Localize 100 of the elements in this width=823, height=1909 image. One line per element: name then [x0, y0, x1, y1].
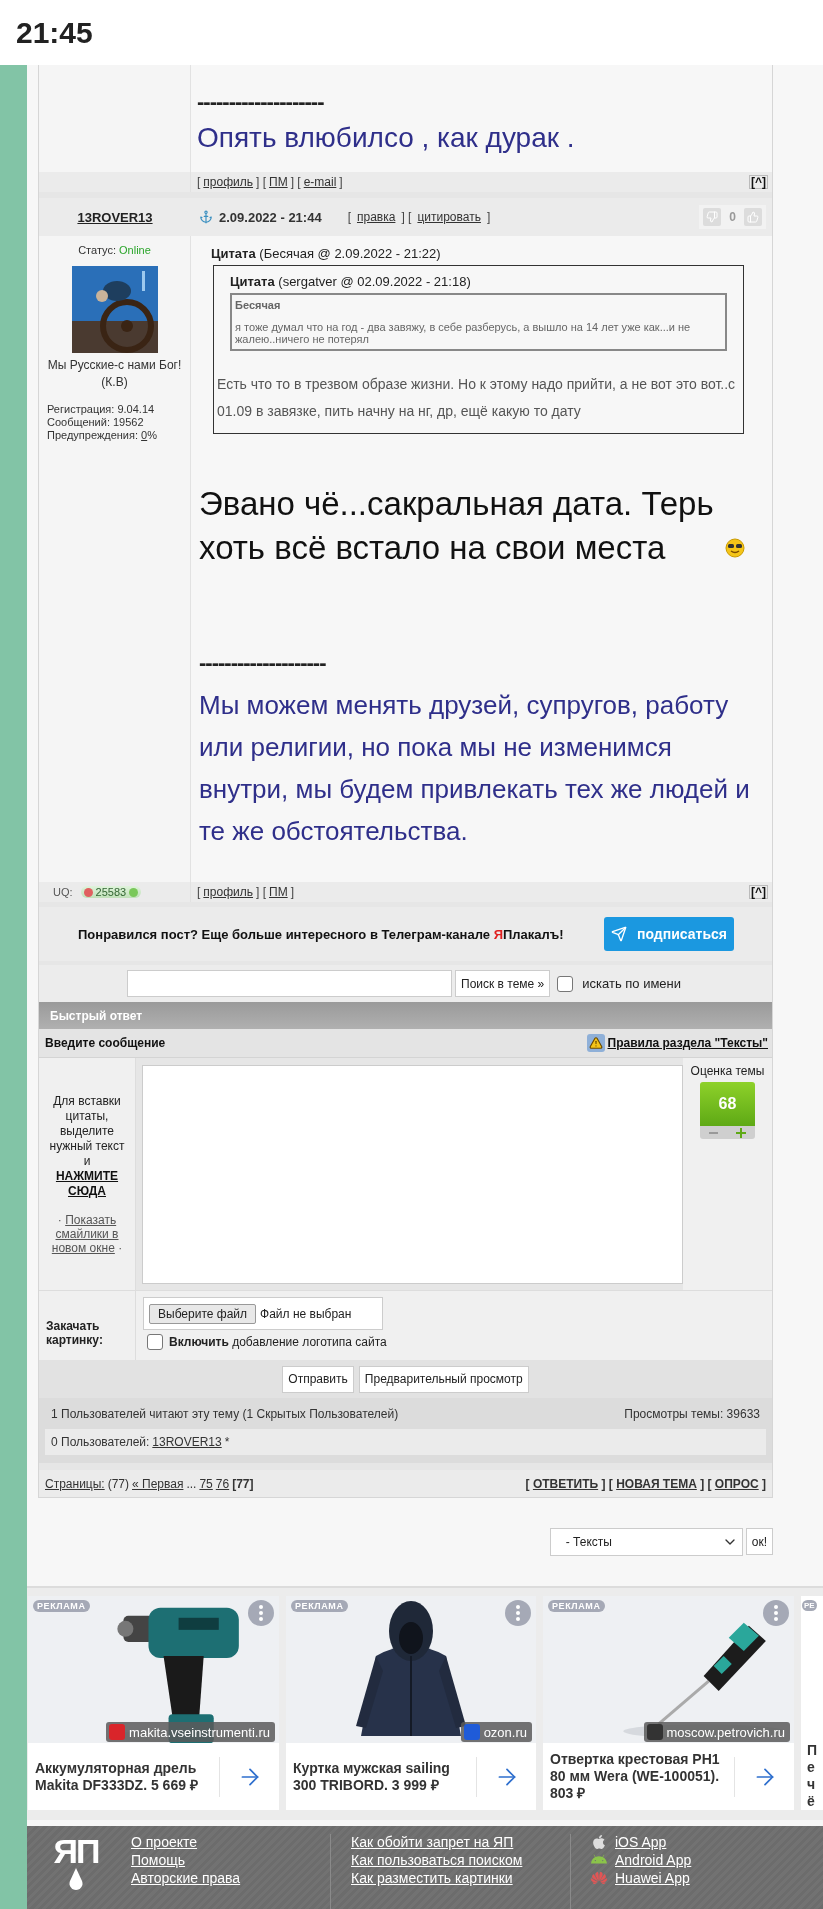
quote-link[interactable]: НАЖМИТЕ СЮДА — [43, 1168, 131, 1199]
site-logo-icon — [109, 1724, 126, 1740]
footer-link[interactable]: Как обойти запрет на ЯП — [351, 1834, 570, 1850]
ad-domain[interactable]: ozon.ru — [460, 1722, 532, 1742]
author-name[interactable]: 13ROVER13 — [39, 209, 191, 225]
post-rating: 0 — [729, 210, 736, 224]
ad-domain[interactable]: makita.vseinstrumenti.ru — [106, 1722, 275, 1742]
forum-select[interactable]: - Тексты — [549, 1528, 743, 1556]
topic-action-link[interactable]: НОВАЯ ТЕМА — [616, 1476, 697, 1491]
footer-link[interactable]: О проекте — [131, 1834, 330, 1850]
footer-link[interactable]: Android App — [591, 1852, 741, 1868]
link-separator: ] — [761, 1476, 766, 1491]
post-link[interactable]: ПМ — [269, 885, 288, 899]
ok-button[interactable]: ок! — [745, 1528, 773, 1555]
post-action-link[interactable]: правка — [357, 210, 396, 224]
send-button[interactable]: Отправить — [282, 1365, 354, 1393]
file-field[interactable]: Выберите файл Файл не выбран — [143, 1297, 383, 1330]
link-separator: Регистрация: 9.04.14 — [47, 403, 155, 416]
site-logo[interactable]: ЯП — [53, 1834, 99, 1868]
search-field[interactable] — [127, 970, 452, 997]
footer-link[interactable]: Авторские права — [131, 1870, 330, 1886]
post-link[interactable]: e-mail — [303, 175, 337, 189]
paper-plane-icon — [611, 926, 628, 942]
uq-badge: 25583 — [80, 886, 142, 898]
page-link[interactable]: 75 — [199, 1476, 213, 1491]
post-date: 2.09.2022 - 21:44 — [219, 209, 322, 225]
message-field[interactable] — [142, 1065, 683, 1284]
link-separator: [ — [347, 210, 351, 224]
quick-reply-header: Быстрый ответ — [39, 1002, 772, 1029]
ad-card[interactable]: РЕКЛАМА moscow.petrovich.ru Отвертка крестовая PH1 80 мм Wera (WE-100051). 803 ₽ — [543, 1596, 794, 1810]
thumbs-down-button[interactable] — [703, 208, 722, 226]
link-separator: Предупреждения: — [47, 429, 139, 442]
status-time: 21:45 — [16, 15, 93, 50]
search-button[interactable]: Поиск в теме » — [455, 970, 551, 997]
post-action-link[interactable]: цитировать — [417, 210, 481, 224]
choose-file-button[interactable]: Выберите файл — [149, 1303, 257, 1324]
footer-link[interactable]: Huawei App — [591, 1870, 741, 1886]
footer-link[interactable]: iOS App — [591, 1834, 741, 1850]
page-link[interactable]: 76 — [215, 1476, 230, 1491]
link-separator: (77) — [107, 1476, 129, 1491]
link-separator: % — [147, 429, 157, 442]
footer-link[interactable]: Помощь — [131, 1852, 330, 1868]
checkbox[interactable] — [147, 1334, 163, 1350]
topic-action-link[interactable]: ОТВЕТИТЬ — [532, 1476, 599, 1491]
link-separator: ] [ — [401, 210, 412, 224]
anchor-icon[interactable] — [199, 210, 213, 224]
link-separator: 0 Пользователей: — [51, 1435, 150, 1449]
plus-icon — [736, 1127, 747, 1138]
checkbox-label: Включить добавление логотипа сайта — [169, 1335, 387, 1349]
smilies-link[interactable]: · Показать смайлики в новом окне · — [43, 1212, 131, 1255]
link-separator: [ — [197, 885, 201, 899]
ad-card[interactable]: РЕКЛАМА makita.vseinstrumenti.ru Аккумуляторная дрель Makita DF333DZ. 5 669 ₽ — [28, 1596, 279, 1810]
checkbox[interactable] — [557, 975, 574, 992]
site-logo-icon — [463, 1724, 480, 1740]
ad-card[interactable]: РЕКЛАМА ozon.ru Куртка мужская sailing 300 TRIBORD. 3 999 ₽ — [286, 1596, 536, 1810]
link-separator: ] — [290, 885, 294, 899]
link-separator: [ — [525, 1476, 531, 1491]
topic-rating: 68 — [700, 1082, 755, 1126]
footer-link[interactable]: Как пользоваться поиском — [351, 1852, 570, 1868]
link-separator: ] [ — [290, 175, 301, 189]
quote-text: я тоже думал что на год - два завяжу, в себе разберусь, а вышло на 14 лет уже как...и не жалею..ничего не потерял — [235, 321, 692, 345]
user-title: Мы Русские-с нами Бог! (К.В) — [46, 357, 183, 391]
footer-link[interactable]: Как разместить картинки — [351, 1870, 570, 1886]
post-link[interactable]: профиль — [203, 175, 254, 189]
message-label: Введите сообщение — [45, 1036, 166, 1050]
post-link[interactable]: ПМ — [269, 175, 288, 189]
ad-card[interactable]: РЕ Пе чё — [801, 1596, 823, 1810]
ad-domain[interactable]: moscow.petrovich.ru — [643, 1722, 790, 1742]
quote-hint: Для вставки цитаты, выделите нужный текст и — [48, 1093, 126, 1169]
page-link[interactable]: Страницы: — [45, 1476, 105, 1491]
preview-button[interactable]: Предварительный просмотр — [358, 1365, 529, 1393]
uq-label: UQ: — [53, 886, 73, 898]
signature-text: Опять влюбилсо , как дурак . — [197, 121, 576, 155]
sunglasses-smiley-icon — [725, 538, 745, 558]
quote-author: Бесячая — [235, 299, 282, 311]
user-link[interactable]: 13ROVER13 — [152, 1435, 222, 1449]
page-link[interactable]: « Первая — [132, 1476, 184, 1491]
rules-link[interactable]: Правила раздела "Тексты" — [586, 1034, 768, 1052]
ad-label: РЕКЛАМА — [33, 1600, 90, 1612]
ad-label: РЕ — [802, 1600, 817, 1611]
thumbs-up-button[interactable] — [744, 208, 762, 226]
link-separator: ] — [486, 210, 491, 224]
warnings-link[interactable]: 0 — [141, 429, 148, 442]
drop-icon — [68, 1868, 84, 1890]
ad-label: РЕКЛАМА — [548, 1600, 605, 1612]
ad-label: РЕКЛАМА — [291, 1600, 348, 1612]
site-logo-icon — [646, 1724, 663, 1740]
link-separator: * — [224, 1435, 230, 1449]
signature-text: Мы можем менять друзей, супругов, работу или религии, но пока мы не изменимся внутри, мы будем привлекать тех же людей и те же обстоятельства. — [199, 689, 751, 848]
current-page: [77] — [232, 1476, 254, 1491]
post-link[interactable]: профиль — [203, 885, 254, 899]
ad-title: Аккумуляторная дрель Makita DF333DZ. 5 669 ₽ — [35, 1759, 199, 1794]
scroll-top-link[interactable]: [^] — [749, 175, 768, 189]
link-separator: ] [ — [699, 1476, 713, 1491]
signature-separator: -------------------- — [197, 89, 325, 115]
scroll-top-link[interactable]: [^] — [749, 885, 768, 899]
topic-action-link[interactable]: ОПРОС — [714, 1476, 759, 1491]
apple-icon — [591, 1834, 607, 1850]
quote-text: Есть что то в трезвом образе жизни. Но к этому надо прийти, а не вот это вот..с 01.09 в завязке, пить начну на нг, др, ещё какую то дату — [216, 375, 737, 421]
link-separator: ] [ — [256, 175, 267, 189]
